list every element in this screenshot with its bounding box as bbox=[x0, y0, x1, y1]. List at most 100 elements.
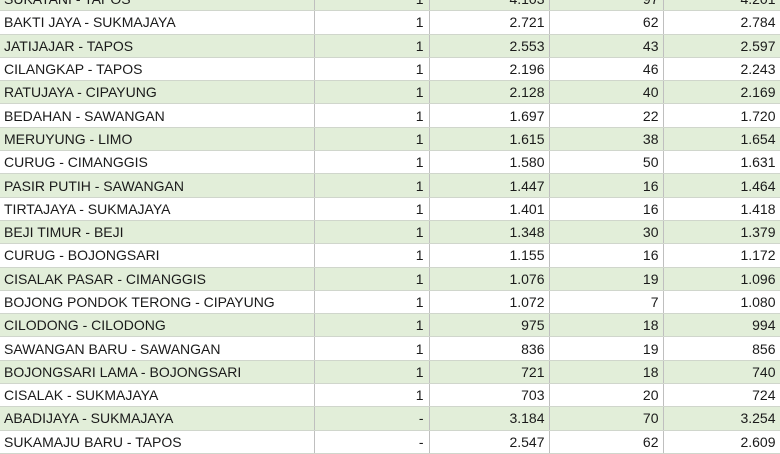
flag-cell[interactable]: 1 bbox=[314, 80, 430, 105]
count-a-cell[interactable]: 3.184 bbox=[429, 406, 550, 431]
count-a-cell[interactable]: 1.697 bbox=[429, 103, 550, 128]
count-b-cell[interactable]: 22 bbox=[549, 103, 664, 128]
total-cell[interactable]: 1.096 bbox=[663, 267, 780, 291]
total-cell[interactable]: 2.243 bbox=[663, 57, 780, 82]
count-a-cell[interactable]: 703 bbox=[429, 383, 550, 408]
flag-cell[interactable]: 1 bbox=[314, 360, 430, 385]
count-a-cell[interactable]: 1.447 bbox=[429, 173, 550, 198]
count-a-cell[interactable]: 721 bbox=[429, 360, 550, 385]
location-cell[interactable]: CISALAK PASAR - CIMANGGIS bbox=[0, 267, 315, 291]
total-cell[interactable]: 1.379 bbox=[663, 220, 780, 245]
count-a-cell[interactable]: 1.076 bbox=[429, 267, 550, 291]
count-a-cell[interactable]: 2.547 bbox=[429, 430, 550, 454]
total-cell[interactable]: 1.464 bbox=[663, 173, 780, 198]
total-cell[interactable]: 1.654 bbox=[663, 127, 780, 152]
count-b-cell[interactable]: 30 bbox=[549, 220, 664, 245]
location-cell[interactable]: CILANGKAP - TAPOS bbox=[0, 57, 315, 82]
count-a-cell[interactable]: 836 bbox=[429, 336, 550, 361]
location-cell[interactable]: BAKTI JAYA - SUKMAJAYA bbox=[0, 10, 315, 35]
flag-cell[interactable]: 1 bbox=[314, 197, 430, 221]
count-b-cell[interactable]: 7 bbox=[549, 290, 664, 315]
location-cell[interactable]: JATIJAJAR - TAPOS bbox=[0, 34, 315, 58]
flag-cell[interactable]: 1 bbox=[314, 383, 430, 408]
count-b-cell[interactable]: 16 bbox=[549, 197, 664, 221]
count-a-cell[interactable]: 2.553 bbox=[429, 34, 550, 58]
flag-cell[interactable]: 1 bbox=[314, 290, 430, 315]
total-cell[interactable]: 1.172 bbox=[663, 243, 780, 268]
location-cell[interactable]: RATUJAYA - CIPAYUNG bbox=[0, 80, 315, 105]
location-cell[interactable]: SAWANGAN BARU - SAWANGAN bbox=[0, 336, 315, 361]
count-b-cell[interactable]: 43 bbox=[549, 34, 664, 58]
count-a-cell[interactable]: 1.615 bbox=[429, 127, 550, 152]
count-a-cell[interactable]: 1.072 bbox=[429, 290, 550, 315]
total-cell[interactable]: 2.609 bbox=[663, 430, 780, 454]
count-b-cell[interactable]: 62 bbox=[549, 430, 664, 454]
flag-cell[interactable]: 1 bbox=[314, 243, 430, 268]
flag-cell[interactable]: 1 bbox=[314, 267, 430, 291]
location-cell[interactable]: MERUYUNG - LIMO bbox=[0, 127, 315, 152]
total-cell[interactable]: 724 bbox=[663, 383, 780, 408]
flag-cell[interactable]: 1 bbox=[314, 127, 430, 152]
count-b-cell[interactable]: 20 bbox=[549, 383, 664, 408]
count-a-cell[interactable]: 4.103 bbox=[429, 0, 550, 12]
location-cell[interactable]: ABADIJAYA - SUKMAJAYA bbox=[0, 406, 315, 431]
count-b-cell[interactable]: 50 bbox=[549, 150, 664, 175]
count-a-cell[interactable]: 1.155 bbox=[429, 243, 550, 268]
count-b-cell[interactable]: 38 bbox=[549, 127, 664, 152]
count-b-cell[interactable]: 70 bbox=[549, 406, 664, 431]
total-cell[interactable]: 1.631 bbox=[663, 150, 780, 175]
flag-cell[interactable]: - bbox=[314, 430, 430, 454]
total-cell[interactable]: 994 bbox=[663, 313, 780, 338]
total-cell[interactable]: 1.720 bbox=[663, 103, 780, 128]
total-cell[interactable]: 856 bbox=[663, 336, 780, 361]
flag-cell[interactable]: 1 bbox=[314, 103, 430, 128]
location-cell[interactable]: PASIR PUTIH - SAWANGAN bbox=[0, 173, 315, 198]
flag-cell[interactable]: 1 bbox=[314, 173, 430, 198]
total-cell[interactable]: 3.254 bbox=[663, 406, 780, 431]
count-b-cell[interactable]: 16 bbox=[549, 173, 664, 198]
count-b-cell[interactable]: 62 bbox=[549, 10, 664, 35]
location-cell[interactable]: SUKATANI - TAPOS bbox=[0, 0, 315, 12]
flag-cell[interactable]: 1 bbox=[314, 57, 430, 82]
flag-cell[interactable]: 1 bbox=[314, 0, 430, 12]
total-cell[interactable]: 2.784 bbox=[663, 10, 780, 35]
count-b-cell[interactable]: 19 bbox=[549, 267, 664, 291]
location-cell[interactable]: TIRTAJAYA - SUKMAJAYA bbox=[0, 197, 315, 221]
total-cell[interactable]: 1.080 bbox=[663, 290, 780, 315]
total-cell[interactable]: 740 bbox=[663, 360, 780, 385]
count-b-cell[interactable]: 40 bbox=[549, 80, 664, 105]
count-a-cell[interactable]: 2.128 bbox=[429, 80, 550, 105]
flag-cell[interactable]: 1 bbox=[314, 336, 430, 361]
location-cell[interactable]: BEJI TIMUR - BEJI bbox=[0, 220, 315, 245]
count-a-cell[interactable]: 975 bbox=[429, 313, 550, 338]
location-cell[interactable]: CILODONG - CILODONG bbox=[0, 313, 315, 338]
count-a-cell[interactable]: 1.401 bbox=[429, 197, 550, 221]
count-b-cell[interactable]: 97 bbox=[549, 0, 664, 12]
location-cell[interactable]: BEDAHAN - SAWANGAN bbox=[0, 103, 315, 128]
total-cell[interactable]: 2.597 bbox=[663, 34, 780, 58]
location-cell[interactable]: BOJONGSARI LAMA - BOJONGSARI bbox=[0, 360, 315, 385]
flag-cell[interactable]: - bbox=[314, 406, 430, 431]
flag-cell[interactable]: 1 bbox=[314, 34, 430, 58]
flag-cell[interactable]: 1 bbox=[314, 313, 430, 338]
count-b-cell[interactable]: 18 bbox=[549, 360, 664, 385]
total-cell[interactable]: 1.418 bbox=[663, 197, 780, 221]
flag-cell[interactable]: 1 bbox=[314, 10, 430, 35]
location-cell[interactable]: CURUG - CIMANGGIS bbox=[0, 150, 315, 175]
location-cell[interactable]: CURUG - BOJONGSARI bbox=[0, 243, 315, 268]
location-cell[interactable]: BOJONG PONDOK TERONG - CIPAYUNG bbox=[0, 290, 315, 315]
flag-cell[interactable]: 1 bbox=[314, 150, 430, 175]
count-b-cell[interactable]: 46 bbox=[549, 57, 664, 82]
total-cell[interactable]: 4.201 bbox=[663, 0, 780, 12]
count-b-cell[interactable]: 18 bbox=[549, 313, 664, 338]
location-cell[interactable]: CISALAK - SUKMAJAYA bbox=[0, 383, 315, 408]
count-b-cell[interactable]: 19 bbox=[549, 336, 664, 361]
count-a-cell[interactable]: 2.196 bbox=[429, 57, 550, 82]
count-a-cell[interactable]: 2.721 bbox=[429, 10, 550, 35]
flag-cell[interactable]: 1 bbox=[314, 220, 430, 245]
location-cell[interactable]: SUKAMAJU BARU - TAPOS bbox=[0, 430, 315, 454]
count-a-cell[interactable]: 1.348 bbox=[429, 220, 550, 245]
total-cell[interactable]: 2.169 bbox=[663, 80, 780, 105]
count-b-cell[interactable]: 16 bbox=[549, 243, 664, 268]
count-a-cell[interactable]: 1.580 bbox=[429, 150, 550, 175]
